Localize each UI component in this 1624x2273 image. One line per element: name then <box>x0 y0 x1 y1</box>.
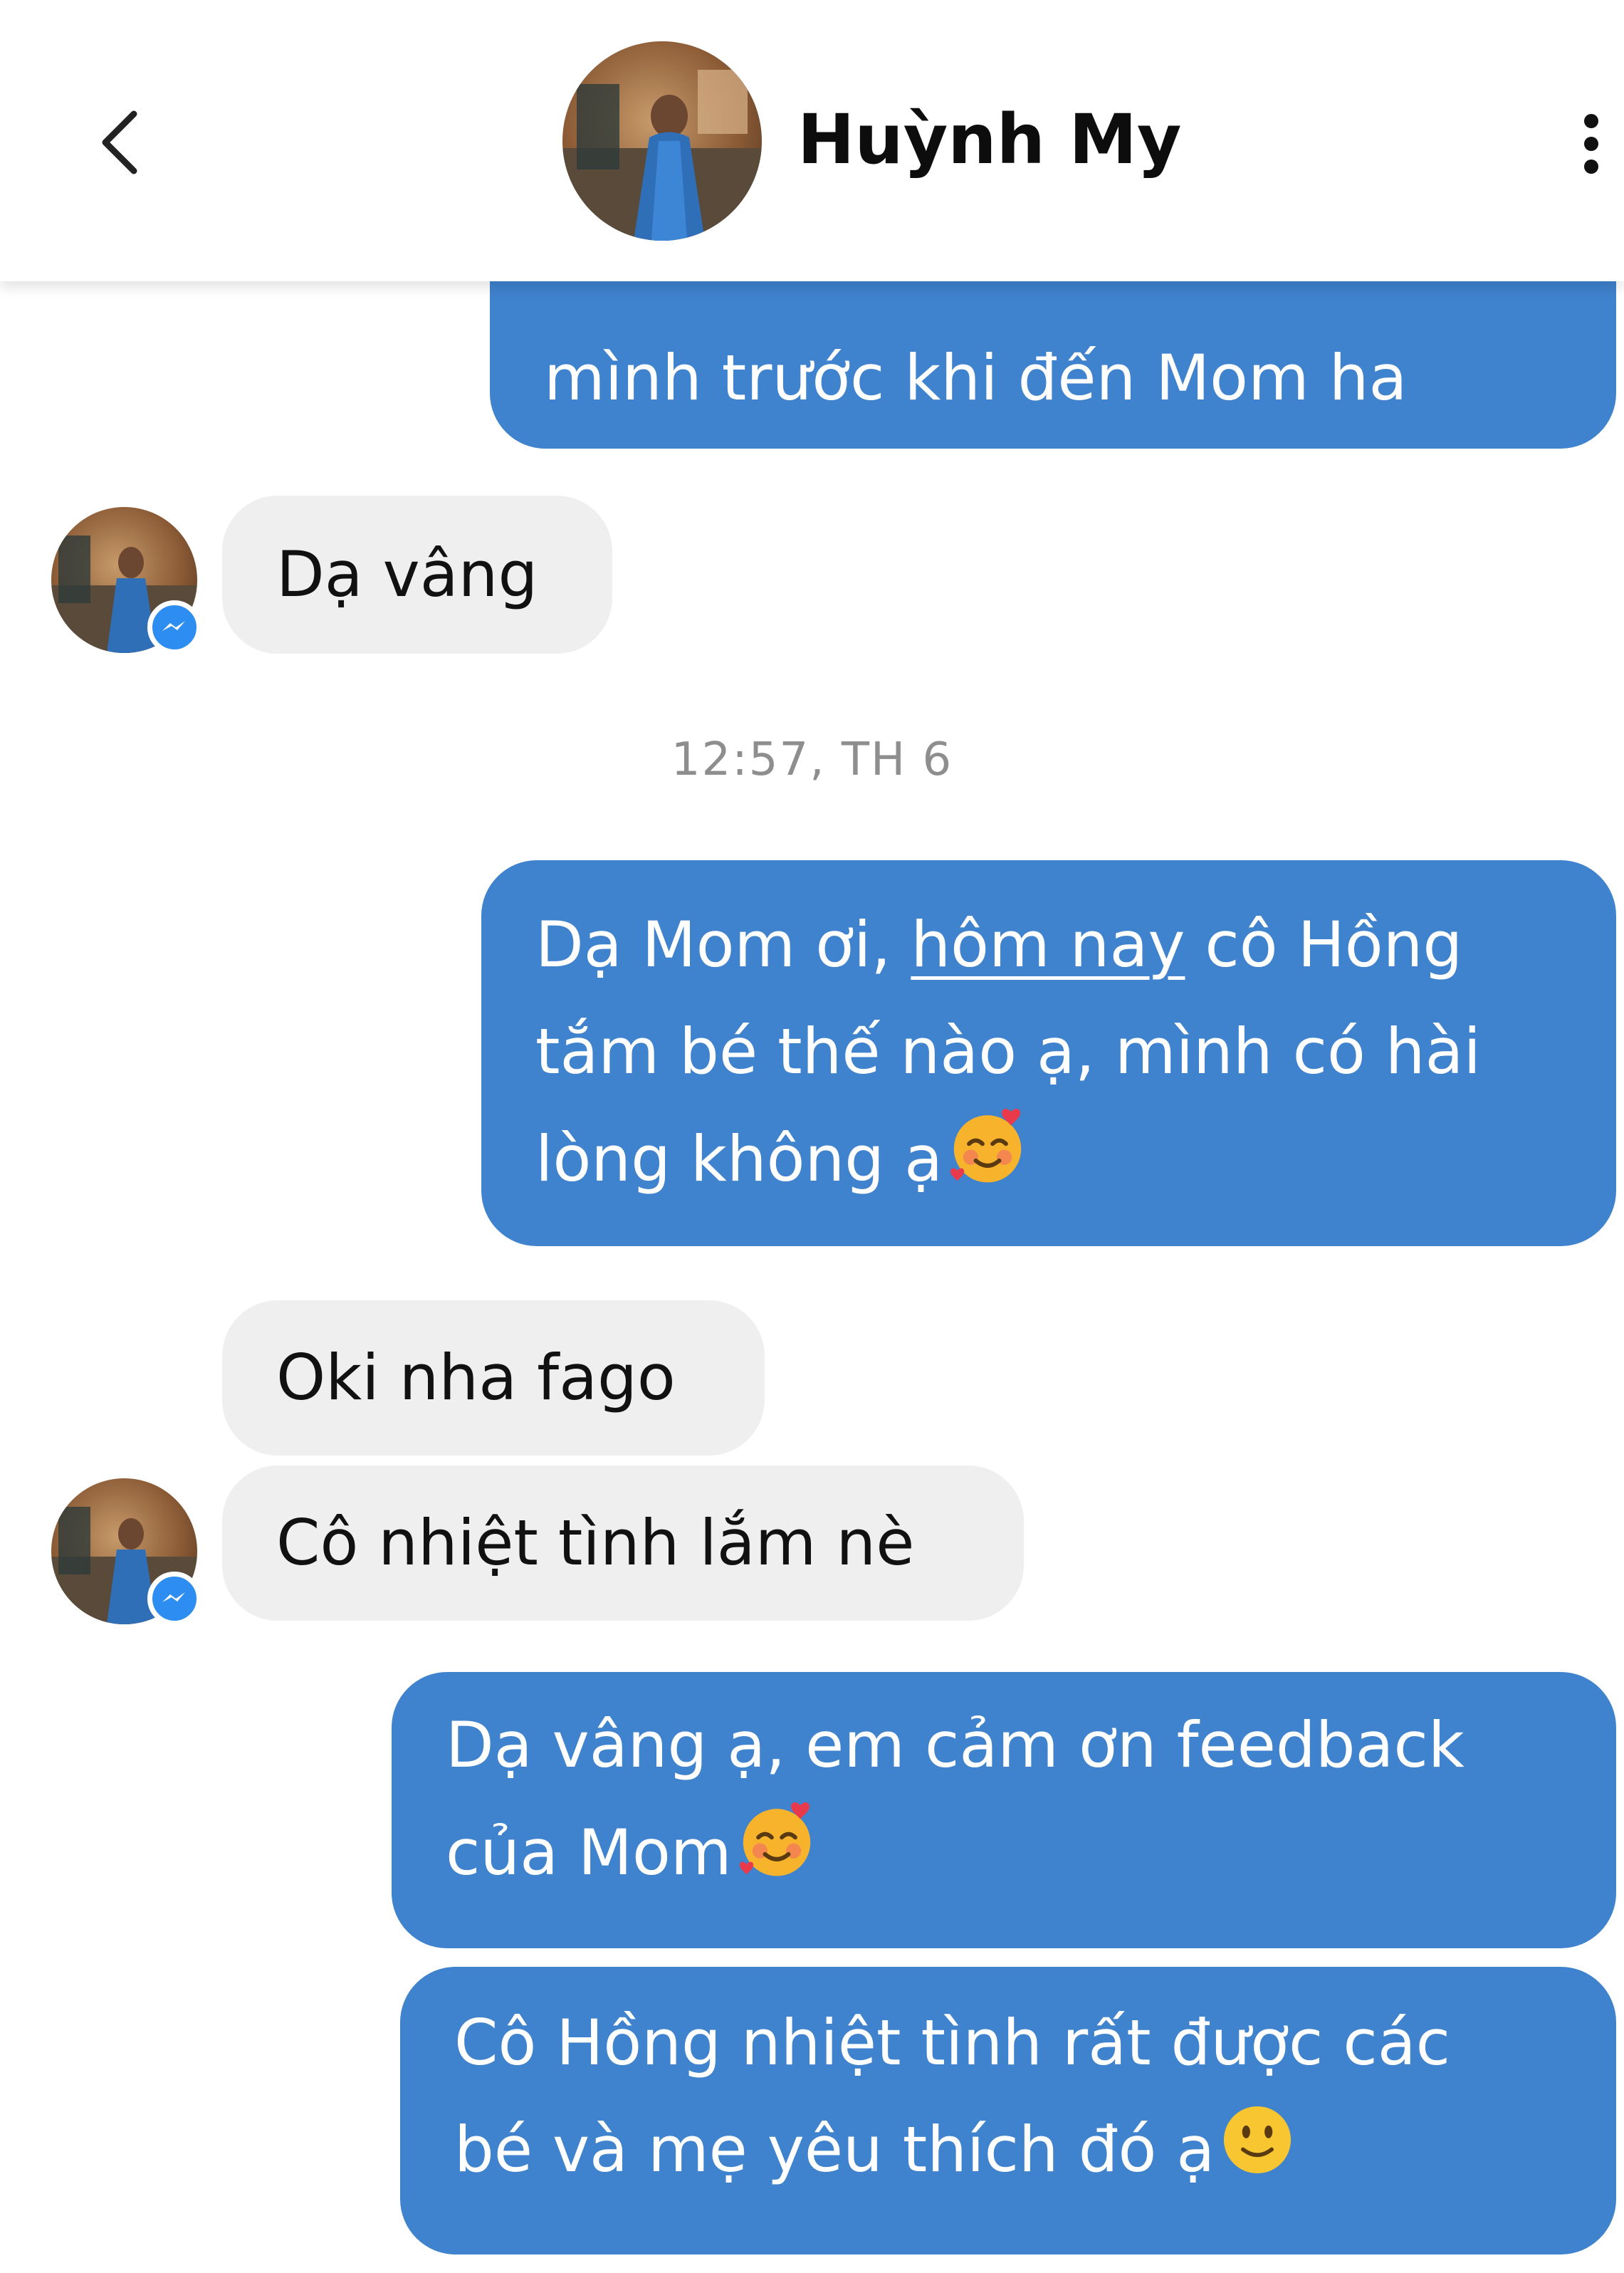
more-options-button[interactable] <box>1570 100 1613 185</box>
message-line: lòng không ạ <box>535 1105 1616 1221</box>
message-text: bé và mẹ yêu thích đó ạ <box>454 2113 1215 2186</box>
avatar-photo <box>562 70 762 241</box>
chevron-left-icon <box>102 110 137 174</box>
smiling-face-with-hearts-icon <box>735 1799 819 1915</box>
sender-avatar[interactable] <box>51 1478 201 1626</box>
messenger-badge-icon <box>147 600 201 654</box>
smiling-face-with-hearts-icon <box>945 1105 1030 1221</box>
chat-header: Huỳnh My <box>0 0 1624 281</box>
outgoing-message[interactable]: Dạ Mom ơi, hôm nay cô Hồng tắm bé thế nà… <box>481 860 1616 1246</box>
incoming-message[interactable]: Dạ vâng <box>222 496 612 654</box>
message-text: lòng không ạ <box>535 1122 943 1196</box>
incoming-message[interactable]: Oki nha fago <box>222 1300 765 1456</box>
message-line: Dạ Mom ơi, hôm nay cô Hồng <box>535 892 1616 998</box>
messenger-badge-icon <box>147 1572 201 1626</box>
message-text: Oki nha fago <box>276 1341 676 1414</box>
message-text: Cô nhiệt tình lắm nè <box>276 1506 915 1579</box>
vertical-dots-icon <box>1584 114 1598 174</box>
outgoing-message[interactable]: Cô Hồng nhiệt tình rất được các bé và mẹ… <box>400 1967 1616 2254</box>
message-text: Cô Hồng nhiệt tình rất được các <box>454 2006 1451 2079</box>
back-button[interactable] <box>93 100 150 185</box>
contact-name[interactable]: Huỳnh My <box>797 100 1181 179</box>
slightly-smiling-face-icon <box>1217 2100 1297 2212</box>
message-text: mình trước khi đến Mom ha <box>544 341 1408 414</box>
message-line: của Mom <box>446 1799 1616 1915</box>
incoming-message[interactable]: Cô nhiệt tình lắm nè <box>222 1465 1024 1621</box>
message-text: cô Hồng <box>1185 908 1463 981</box>
message-text: Dạ vâng <box>276 538 538 611</box>
sender-avatar[interactable] <box>51 507 201 654</box>
message-text: Dạ Mom ơi, <box>535 908 911 981</box>
message-line: bé và mẹ yêu thích đó ạ <box>454 2096 1616 2212</box>
underlined-text: hôm nay <box>911 908 1185 981</box>
contact-avatar[interactable] <box>562 41 762 241</box>
outgoing-message[interactable]: Dạ vâng ạ, em cảm ơn feedback của Mom <box>392 1672 1616 1948</box>
message-timestamp: 12:57, TH 6 <box>671 733 953 786</box>
message-text: của Mom <box>446 1816 732 1889</box>
message-text: tắm bé thế nào ạ, mình có hài <box>535 1015 1481 1088</box>
message-text: Dạ vâng ạ, em cảm ơn feedback <box>446 1708 1465 1782</box>
